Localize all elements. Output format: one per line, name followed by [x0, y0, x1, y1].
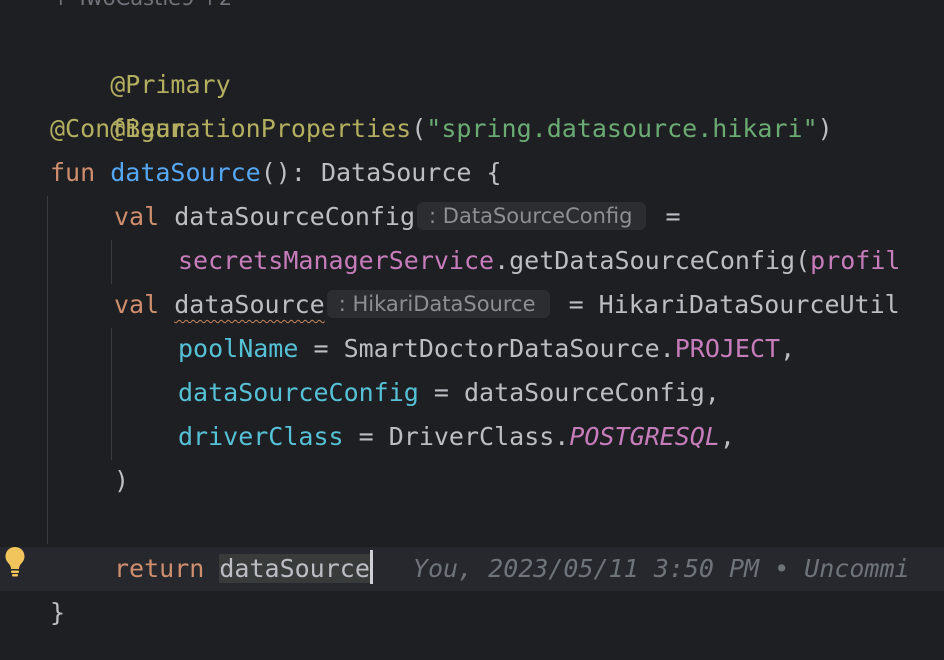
code-line[interactable]: poolName = SmartDoctorDataSource.PROJECT…: [178, 327, 795, 371]
method-call[interactable]: .getDataSourceConfig(: [494, 246, 810, 275]
comma: ,: [780, 334, 796, 363]
code-line[interactable]: }: [50, 591, 65, 635]
code-editor[interactable]: ↑ TwoCastle9 +2 @Primary @Bean @Configur…: [0, 0, 944, 660]
assignment-expression: = HikariDataSourceUtil: [553, 290, 900, 319]
argument-value: = dataSourceConfig,: [418, 378, 720, 407]
named-argument: driverClass: [178, 422, 344, 451]
keyword-return: return: [114, 554, 205, 583]
indent-guide: [111, 328, 112, 460]
string-literal: "spring.datasource.hikari": [426, 114, 818, 143]
indent-guide: [47, 196, 48, 544]
comma: ,: [719, 422, 735, 451]
assign-operator: =: [650, 202, 681, 231]
variable-name-warning[interactable]: dataSource: [174, 290, 325, 319]
code-line[interactable]: dataSourceConfig = dataSourceConfig,: [178, 371, 720, 415]
function-signature: (): DataSource {: [260, 158, 502, 187]
paren-close: ): [817, 114, 833, 143]
code-line[interactable]: secretsManagerService.getDataSourceConfi…: [178, 239, 900, 283]
enum-constant[interactable]: PROJECT: [675, 334, 780, 363]
code-line-current[interactable]: return dataSource You, 2023/05/11 3:50 PM…: [114, 547, 910, 591]
keyword-val: val: [114, 202, 160, 231]
lightbulb-icon[interactable]: [4, 545, 26, 579]
code-author-hint[interactable]: ↑ TwoCastle9 +2: [52, 0, 232, 10]
type-inlay-hint[interactable]: : HikariDataSource: [326, 290, 550, 318]
indent-guide: [111, 240, 112, 284]
code-line[interactable]: fun dataSource(): DataSource {: [50, 151, 502, 195]
code-line[interactable]: ): [114, 459, 129, 503]
text-caret: [369, 550, 373, 584]
paren-open: (: [411, 114, 427, 143]
variable-name[interactable]: dataSourceConfig: [174, 202, 415, 231]
code-line[interactable]: driverClass = DriverClass.POSTGRESQL,: [178, 415, 735, 459]
brace-close: }: [50, 598, 66, 627]
code-line[interactable]: @Bean: [50, 63, 185, 143]
property-reference[interactable]: secretsManagerService: [178, 246, 494, 275]
named-argument: dataSourceConfig: [178, 378, 419, 407]
code-line[interactable]: val dataSourceConfig: DataSourceConfig =: [114, 195, 681, 239]
paren-close: ): [114, 466, 130, 495]
annotation-configuration-properties: @ConfigurationProperties: [50, 114, 412, 143]
argument-value: = SmartDoctorDataSource.: [298, 334, 675, 363]
keyword-fun: fun: [50, 158, 96, 187]
argument-value: = DriverClass.: [343, 422, 570, 451]
type-inlay-hint[interactable]: : DataSourceConfig: [417, 202, 647, 230]
function-name[interactable]: dataSource: [110, 158, 261, 187]
argument-reference: profil: [810, 246, 901, 275]
keyword-val: val: [114, 290, 160, 319]
git-blame-annotation[interactable]: You, 2023/05/11 3:50 PM • Uncommi: [413, 554, 910, 583]
variable-reference-highlighted[interactable]: dataSource: [219, 554, 370, 583]
named-argument: poolName: [178, 334, 299, 363]
code-line[interactable]: @Primary: [50, 19, 230, 99]
enum-constant[interactable]: POSTGRESQL: [569, 422, 720, 451]
code-line[interactable]: val dataSource: HikariDataSource = Hikar…: [114, 283, 900, 327]
code-line[interactable]: @ConfigurationProperties("spring.datasou…: [50, 107, 833, 151]
